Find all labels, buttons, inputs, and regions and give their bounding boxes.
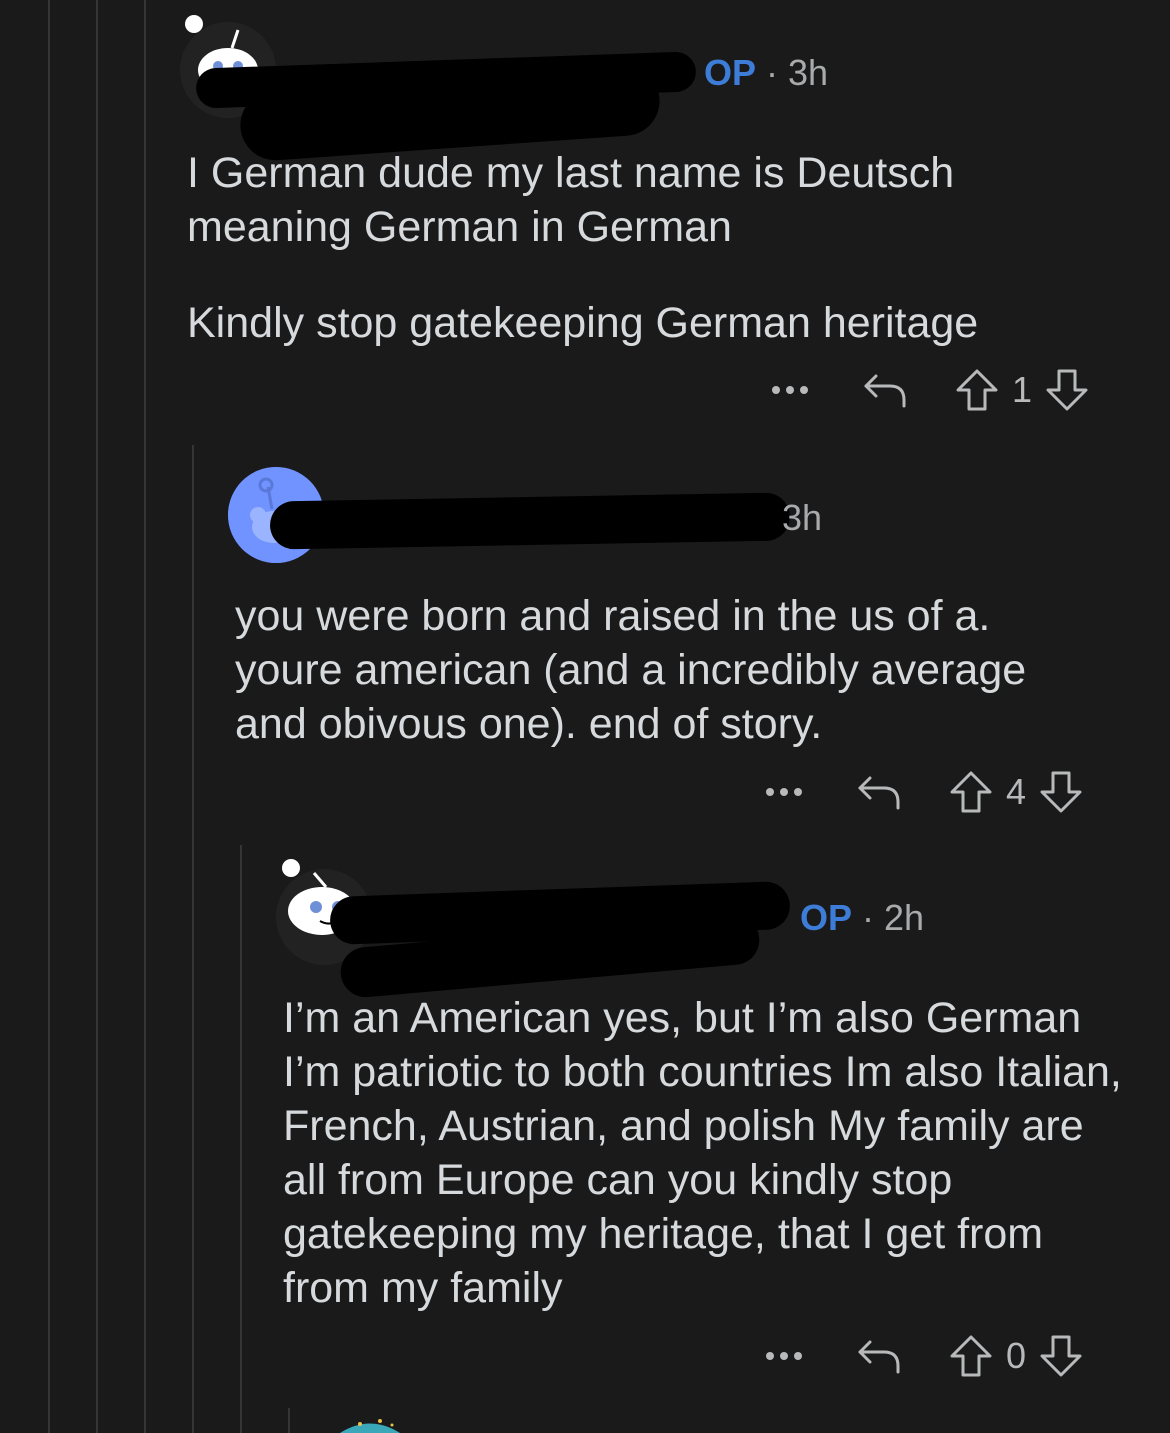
thread-line-6[interactable] — [288, 1408, 290, 1433]
next-comment-avatar-partial[interactable] — [330, 1418, 410, 1433]
downvote-icon[interactable] — [1038, 769, 1084, 815]
comment-body: you were born and raised in the us of a.… — [235, 589, 1105, 751]
vote-score: 1 — [1012, 369, 1033, 410]
sparkle-avatar-icon — [340, 1419, 400, 1433]
op-badge: OP — [704, 52, 757, 93]
comment-paragraph: I’m an American yes, but I’m also German… — [283, 994, 1122, 1312]
more-icon[interactable] — [770, 384, 810, 396]
vote-score: 0 — [1006, 1335, 1027, 1376]
comment-body: I German dude my last name is Deutsch me… — [187, 146, 1067, 350]
downvote-icon[interactable] — [1038, 1333, 1084, 1379]
upvote-icon[interactable] — [954, 367, 1000, 413]
comment-meta: OP · 2h — [800, 897, 924, 939]
comment-paragraph: I German dude my last name is Deutsch me… — [187, 149, 955, 251]
upvote-icon[interactable] — [948, 1333, 994, 1379]
avatar-antenna-dot — [282, 859, 300, 877]
comment-time: 3h — [782, 497, 823, 538]
avatar-antenna-dot — [185, 15, 203, 33]
comment-time: 3h — [788, 52, 829, 93]
comment-paragraph: Kindly stop gatekeeping German heritage — [187, 299, 979, 347]
comment-actions: 1 — [770, 365, 1090, 415]
comment-meta: OP · 3h — [704, 52, 828, 94]
comment-1: OP · 3h I German dude my last name is Deut… — [0, 0, 1170, 420]
comment-time: 2h — [884, 897, 925, 938]
comment-body: I’m an American yes, but I’m also German… — [283, 991, 1123, 1315]
comment-2: 3h you were born and raised in the us of… — [0, 445, 1170, 845]
comment-3: OP · 2h I’m an American yes, but I’m also … — [0, 845, 1170, 1405]
vote-score: 4 — [1006, 771, 1027, 812]
more-icon[interactable] — [764, 1350, 804, 1362]
meta-separator: · — [766, 52, 779, 93]
reply-icon[interactable] — [856, 1336, 902, 1376]
comment-paragraph: you were born and raised in the us of a.… — [235, 592, 1027, 748]
comment-actions: 0 — [764, 1331, 1084, 1381]
meta-separator: · — [862, 897, 875, 938]
redacted-username — [269, 492, 791, 550]
downvote-icon[interactable] — [1044, 367, 1090, 413]
more-icon[interactable] — [764, 786, 804, 798]
reply-icon[interactable] — [856, 772, 902, 812]
upvote-icon[interactable] — [948, 769, 994, 815]
comment-meta: 3h — [782, 497, 822, 539]
comment-actions: 4 — [764, 767, 1084, 817]
op-badge: OP — [800, 897, 853, 938]
reply-icon[interactable] — [862, 370, 908, 410]
